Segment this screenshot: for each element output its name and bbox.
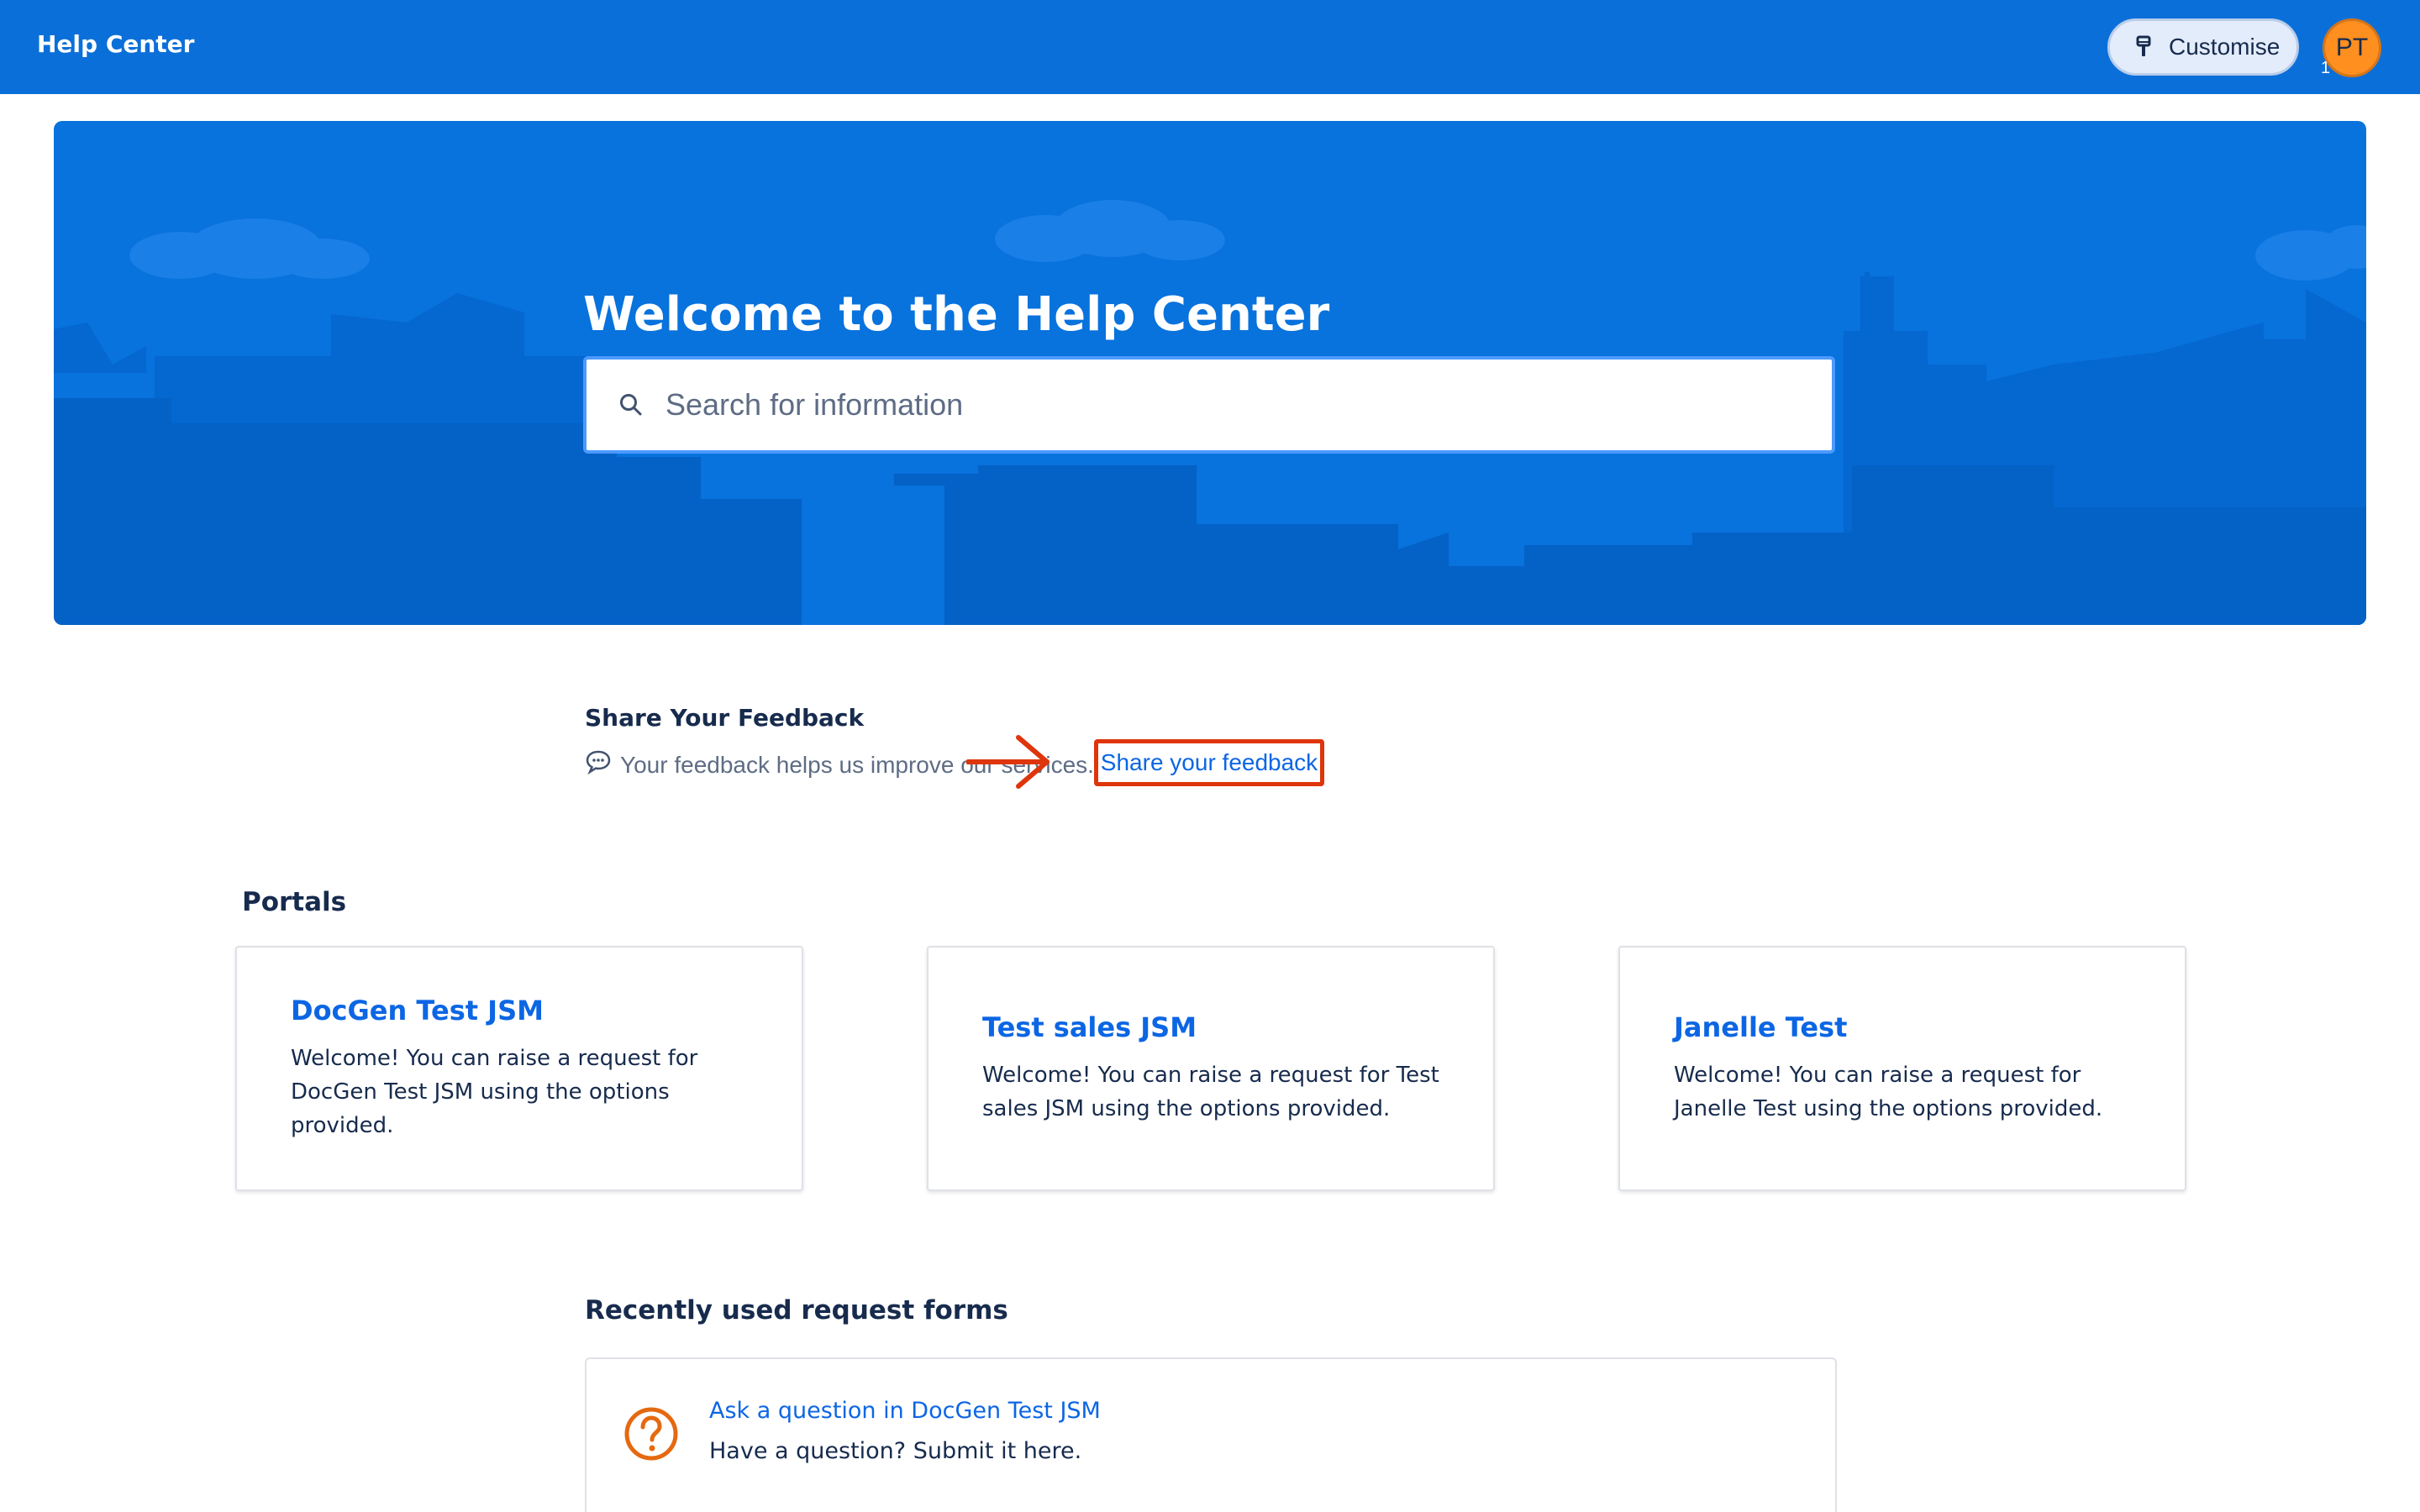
avatar-badge: 1	[2321, 59, 2331, 77]
hero-title: Welcome to the Help Center	[583, 287, 1330, 342]
portal-description: Welcome! You can raise a request for Doc…	[291, 1046, 698, 1138]
recent-forms-heading: Recently used request forms	[585, 1295, 1008, 1326]
recent-form-card[interactable]: Ask a question in DocGen Test JSM Have a…	[585, 1357, 1837, 1512]
portal-description: Welcome! You can raise a request for Jan…	[1674, 1063, 2103, 1121]
customise-label: Customise	[2169, 34, 2281, 60]
search-box[interactable]	[583, 356, 1835, 454]
portal-card-test-sales[interactable]: Test sales JSM Welcome! You can raise a …	[927, 946, 1495, 1191]
user-avatar[interactable]: PT	[2323, 18, 2381, 77]
search-icon	[620, 394, 642, 416]
customise-button[interactable]: Customise	[2107, 18, 2299, 76]
help-center-brand[interactable]: Help Center	[37, 30, 194, 58]
portal-card-janelle[interactable]: Janelle Test Welcome! You can raise a re…	[1618, 946, 2186, 1191]
speech-bubble-icon	[585, 749, 612, 780]
portal-title[interactable]: DocGen Test JSM	[291, 995, 544, 1026]
portal-card-docgen[interactable]: DocGen Test JSM Welcome! You can raise a…	[235, 946, 803, 1191]
portal-description: Welcome! You can raise a request for Tes…	[982, 1063, 1439, 1121]
share-feedback-link[interactable]: Share your feedback	[1094, 739, 1324, 786]
portals-heading: Portals	[242, 887, 347, 917]
hero-banner: Welcome to the Help Center	[54, 121, 2366, 625]
recent-form-title[interactable]: Ask a question in DocGen Test JSM	[709, 1398, 1101, 1424]
annotation-arrow-icon	[966, 735, 1050, 789]
avatar-initials: PT	[2335, 34, 2369, 61]
portal-title[interactable]: Test sales JSM	[982, 1011, 1197, 1043]
paintbrush-icon	[2136, 35, 2151, 56]
top-nav-bar: Help Center Customise PT 1	[0, 0, 2420, 94]
recent-form-description: Have a question? Submit it here.	[709, 1438, 1082, 1464]
feedback-heading: Share Your Feedback	[585, 704, 865, 732]
question-circle-icon	[624, 1407, 678, 1461]
search-input[interactable]	[666, 387, 1758, 423]
portal-title[interactable]: Janelle Test	[1674, 1011, 1847, 1043]
